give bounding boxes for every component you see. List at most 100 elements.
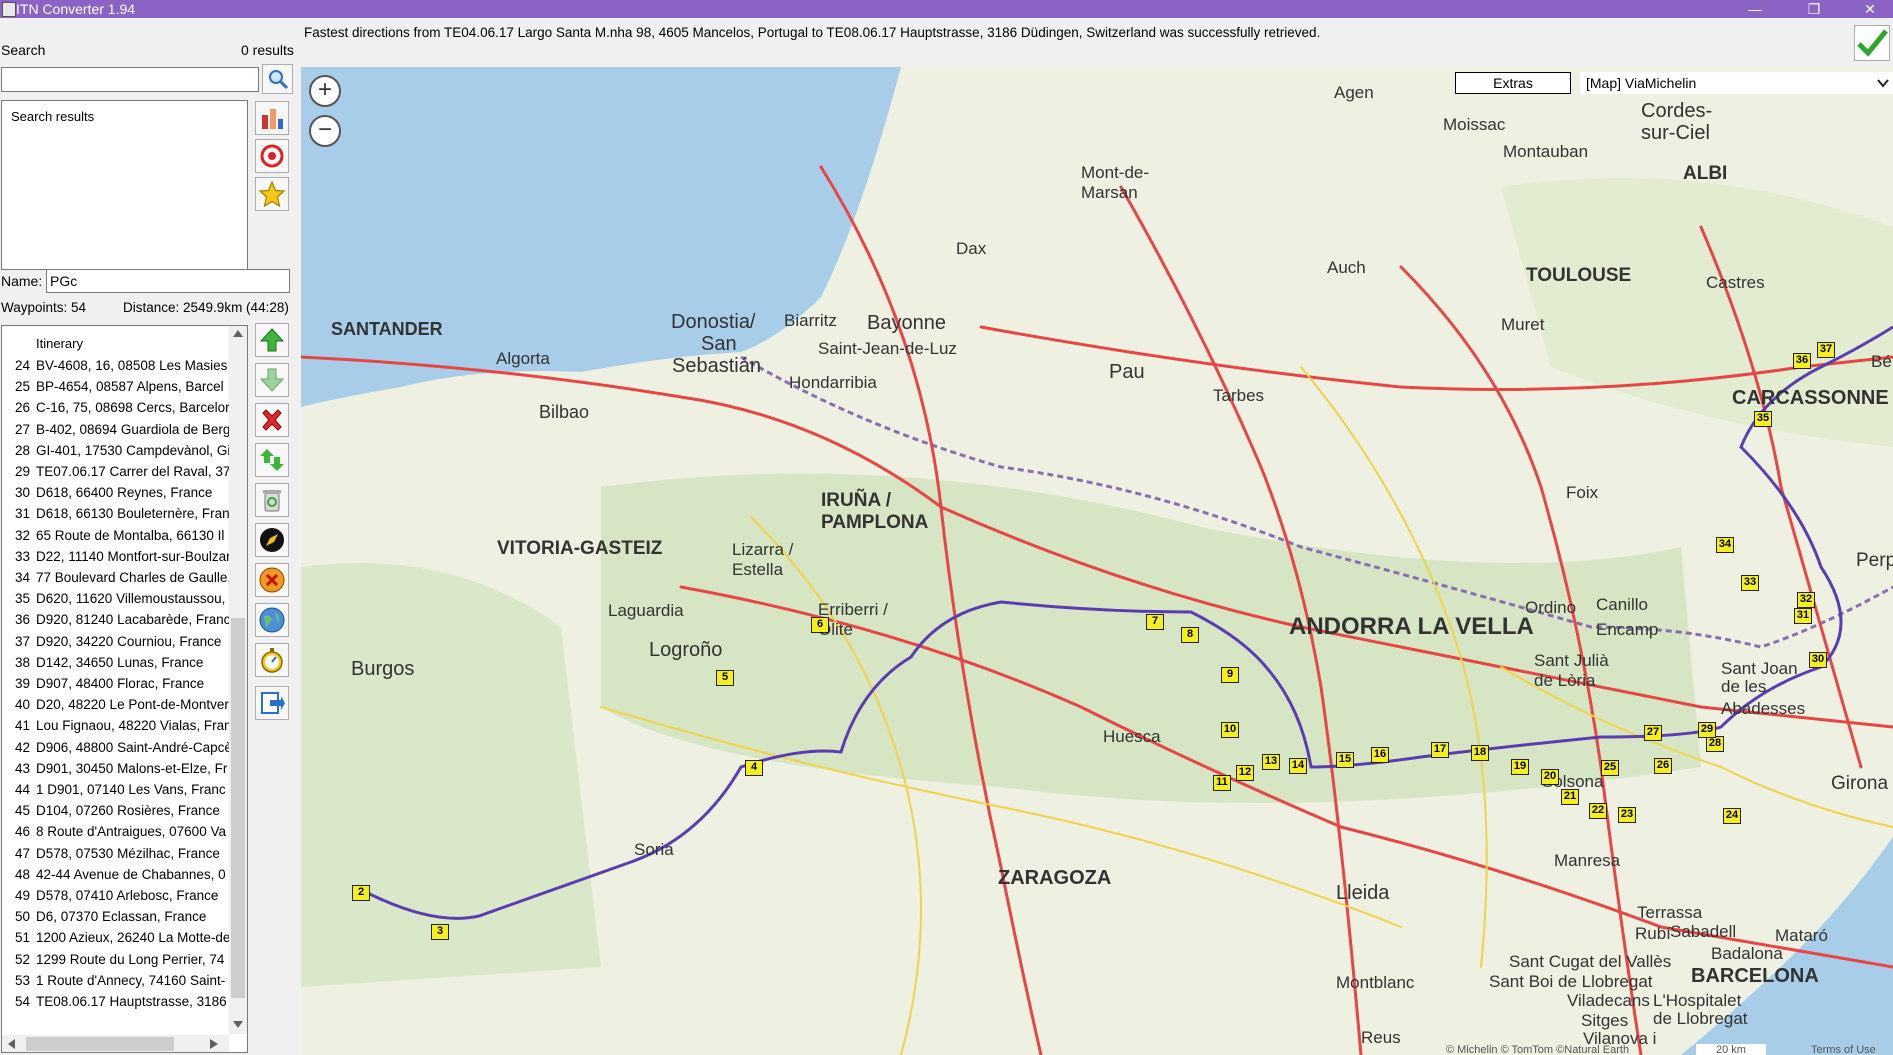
waypoint-number: 36 — [14, 612, 30, 628]
list-item[interactable]: 34 77 Boulevard Charles de Gaulle, — [2, 570, 230, 591]
waypoint-marker[interactable]: 5 — [716, 670, 734, 686]
extras-button[interactable]: Extras — [1455, 72, 1571, 94]
waypoint-marker[interactable]: 32 — [1797, 592, 1815, 608]
stopwatch-button[interactable] — [255, 643, 289, 677]
search-input[interactable] — [1, 67, 259, 92]
map-provider-select[interactable]: [Map] ViaMichelin — [1580, 72, 1893, 94]
waypoint-marker[interactable]: 23 — [1618, 807, 1636, 823]
horizontal-scrollbar[interactable] — [2, 1035, 229, 1052]
delete-button[interactable] — [255, 403, 289, 437]
close-button[interactable]: ✕ — [1847, 0, 1893, 18]
waypoint-marker[interactable]: 2 — [352, 885, 370, 901]
waypoint-marker[interactable]: 20 — [1541, 769, 1559, 785]
waypoint-marker[interactable]: 29 — [1698, 722, 1716, 738]
waypoint-marker[interactable]: 18 — [1471, 745, 1489, 761]
search-button[interactable] — [262, 64, 293, 94]
list-item[interactable]: 37 D920, 34220 Courniou, France — [2, 634, 230, 655]
list-item[interactable]: 27 B-402, 08694 Guardiola de Berg — [2, 422, 230, 443]
waypoint-marker[interactable]: 28 — [1706, 736, 1724, 752]
waypoint-marker[interactable]: 27 — [1644, 725, 1662, 741]
waypoint-marker[interactable]: 15 — [1336, 752, 1354, 768]
map-view[interactable]: SANTANDER Bilbao VITORIA-GASTEIZ IRUÑA /… — [301, 67, 1893, 1055]
list-item[interactable]: 46 8 Route d'Antraigues, 07600 Va — [2, 824, 230, 845]
export-button[interactable] — [255, 686, 289, 720]
list-item[interactable]: 30 D618, 66400 Reynes, France — [2, 485, 230, 506]
terms-link[interactable]: Terms of Use — [1811, 1044, 1876, 1055]
waypoint-marker[interactable]: 34 — [1716, 537, 1734, 553]
list-item[interactable]: 36 D920, 81240 Lacabarède, Franc — [2, 612, 230, 633]
waypoint-marker[interactable]: 9 — [1221, 667, 1239, 683]
waypoint-marker[interactable]: 25 — [1601, 760, 1619, 776]
waypoint-marker[interactable]: 26 — [1654, 758, 1672, 774]
waypoint-marker[interactable]: 35 — [1754, 411, 1772, 427]
waypoint-marker[interactable]: 3 — [431, 924, 449, 940]
list-item[interactable]: 49 D578, 07410 Arlebosc, France — [2, 888, 230, 909]
move-down-button[interactable] — [255, 363, 289, 397]
horizontal-scroll-thumb[interactable] — [26, 1037, 174, 1051]
waypoint-marker[interactable]: 21 — [1561, 789, 1579, 805]
search-results-list[interactable]: Search results — [1, 100, 248, 270]
vertical-scrollbar[interactable] — [229, 326, 247, 1034]
itinerary-list[interactable]: Itinerary 24 BV-4608, 16, 08508 Les Masie… — [1, 325, 248, 1053]
waypoint-marker[interactable]: 12 — [1236, 765, 1254, 781]
waypoint-marker[interactable]: 11 — [1213, 775, 1231, 791]
waypoint-marker[interactable]: 31 — [1794, 608, 1812, 624]
list-item[interactable]: 45 D104, 07260 Rosières, France — [2, 803, 230, 824]
list-item[interactable]: 48 42-44 Avenue de Chabannes, 0 — [2, 867, 230, 888]
waypoint-marker[interactable]: 16 — [1371, 747, 1389, 763]
move-up-button[interactable] — [255, 323, 289, 357]
list-item[interactable]: 42 D906, 48800 Saint-André-Capcè — [2, 740, 230, 761]
waypoint-marker[interactable]: 17 — [1431, 742, 1449, 758]
list-item[interactable]: 38 D142, 34650 Lunas, France — [2, 655, 230, 676]
list-item[interactable]: 54 TE08.06.17 Hauptstrasse, 3186 — [2, 994, 230, 1015]
maximize-button[interactable]: ❐ — [1791, 0, 1837, 18]
list-item[interactable]: 47 D578, 07530 Mézilhac, France — [2, 846, 230, 867]
favorites-button[interactable] — [255, 177, 289, 211]
ok-button[interactable] — [1854, 25, 1890, 61]
waypoint-marker[interactable]: 13 — [1262, 754, 1280, 770]
cancel-route-button[interactable] — [255, 563, 289, 597]
waypoint-marker[interactable]: 14 — [1289, 758, 1307, 774]
waypoint-marker[interactable]: 8 — [1181, 627, 1199, 643]
list-item[interactable]: 53 1 Route d'Annecy, 74160 Saint- — [2, 973, 230, 994]
list-item[interactable]: 50 D6, 07370 Eclassan, France — [2, 909, 230, 930]
list-item[interactable]: 44 1 D901, 07140 Les Vans, Franc — [2, 782, 230, 803]
list-item[interactable]: 28 GI-401, 17530 Campdevànol, Gi — [2, 443, 230, 464]
zoom-out-button[interactable]: − — [309, 115, 341, 147]
waypoint-marker[interactable]: 37 — [1817, 342, 1835, 358]
list-item[interactable]: 39 D907, 48400 Florac, France — [2, 676, 230, 697]
waypoint-marker[interactable]: 10 — [1221, 722, 1239, 738]
waypoint-marker[interactable]: 22 — [1589, 803, 1607, 819]
waypoint-marker[interactable]: 4 — [745, 760, 763, 776]
list-item[interactable]: 24 BV-4608, 16, 08508 Les Masies — [2, 358, 230, 379]
waypoint-marker[interactable]: 30 — [1809, 652, 1827, 668]
waypoint-marker[interactable]: 33 — [1741, 575, 1759, 591]
list-item[interactable]: 51 1200 Azieux, 26240 La Motte-de — [2, 930, 230, 951]
globe-button[interactable] — [255, 603, 289, 637]
waypoint-marker[interactable]: 24 — [1723, 808, 1741, 824]
compass-button[interactable] — [255, 523, 289, 557]
minimize-button[interactable]: — — [1732, 0, 1778, 18]
list-item[interactable]: 35 D620, 11620 Villemoustaussou, — [2, 591, 230, 612]
waypoint-marker[interactable]: 7 — [1146, 614, 1164, 630]
list-item[interactable]: 41 Lou Fignaou, 48220 Vialas, Fran — [2, 718, 230, 739]
route-list-button[interactable] — [255, 101, 289, 135]
list-item[interactable]: 33 D22, 11140 Montfort-sur-Boulzar — [2, 549, 230, 570]
vertical-scroll-thumb[interactable] — [231, 618, 245, 998]
list-item[interactable]: 43 D901, 30450 Malons-et-Elze, Fr — [2, 761, 230, 782]
list-item[interactable]: 29 TE07.06.17 Carrer del Raval, 37 — [2, 464, 230, 485]
waypoint-marker[interactable]: 19 — [1511, 759, 1529, 775]
list-item[interactable]: 52 1299 Route du Long Perrier, 74 — [2, 952, 230, 973]
list-item[interactable]: 25 BP-4654, 08587 Alpens, Barcel — [2, 379, 230, 400]
target-button[interactable] — [255, 139, 289, 173]
reverse-button[interactable] — [255, 443, 289, 477]
zoom-in-button[interactable]: + — [309, 75, 341, 107]
list-item[interactable]: 31 D618, 66130 Bouleternère, Fran — [2, 506, 230, 527]
list-item[interactable]: 40 D20, 48220 Le Pont-de-Montver — [2, 697, 230, 718]
list-item[interactable]: 32 65 Route de Montalba, 66130 Il — [2, 528, 230, 549]
waypoint-marker[interactable]: 6 — [811, 617, 829, 633]
route-name-field[interactable]: PGc — [46, 269, 290, 293]
recycle-button[interactable] — [255, 483, 289, 517]
waypoint-marker[interactable]: 36 — [1793, 353, 1811, 369]
list-item[interactable]: 26 C-16, 75, 08698 Cercs, Barcelor — [2, 400, 230, 421]
